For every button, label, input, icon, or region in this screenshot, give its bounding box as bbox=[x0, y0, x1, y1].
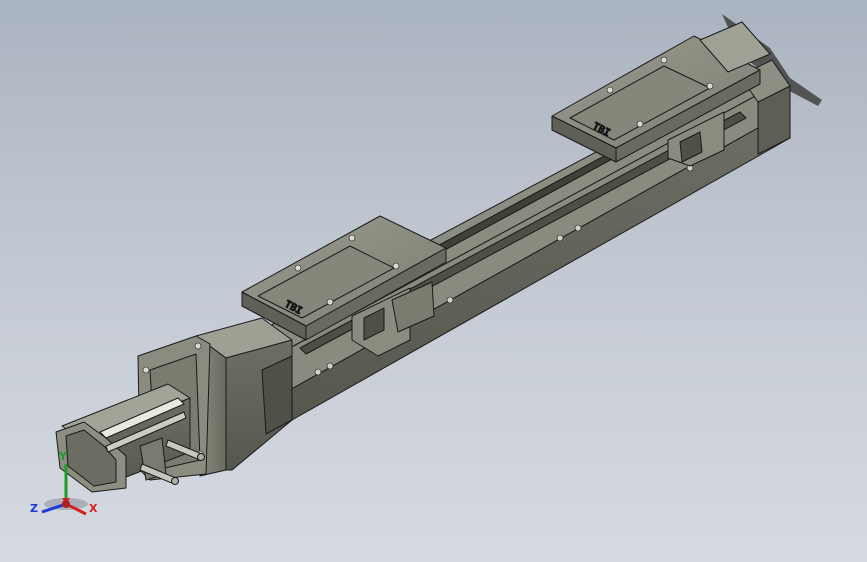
orientation-triad[interactable]: X Y Z bbox=[26, 446, 106, 526]
cad-graphics-viewport[interactable]: TBI TBI X Y Z bbox=[0, 0, 867, 562]
triad-y-label: Y bbox=[59, 450, 67, 463]
triad-x-label: X bbox=[89, 502, 98, 515]
triad-z-label: Z bbox=[30, 502, 38, 515]
cad-model-scene[interactable]: TBI TBI bbox=[0, 0, 867, 562]
